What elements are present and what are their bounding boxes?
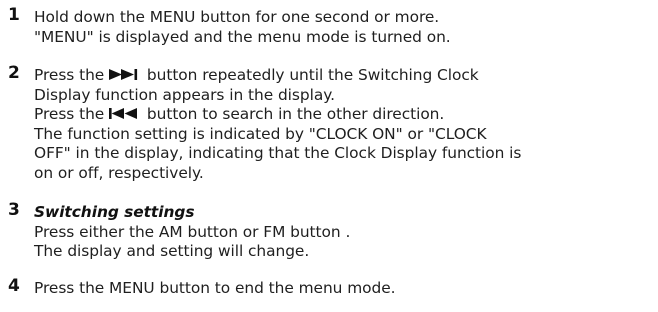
step-text-line: Press either the AM button or FM button … <box>34 222 351 241</box>
instruction-page: 1 Hold down the MENU button for one seco… <box>0 0 658 312</box>
step-text-line: Hold down the MENU button for one second… <box>34 8 440 26</box>
step-body: Press the button repeatedly until the Sw… <box>34 66 654 184</box>
text-fragment: Press the <box>34 66 110 84</box>
next-track-icon <box>109 68 142 81</box>
text-fragment: button repeatedly until the Switching Cl… <box>142 66 479 84</box>
step-number: 1 <box>8 5 20 25</box>
step-body: Switching settings Press either the AM b… <box>34 203 654 262</box>
step-text-line: The display and setting will change. <box>34 242 310 261</box>
step-text-line: OFF" in the display, indicating that the… <box>34 144 522 163</box>
step-text-line: Press the button repeatedly until the Sw… <box>34 66 654 86</box>
step-text-line: The function setting is indicated by "CL… <box>34 124 487 143</box>
text-fragment: button to search in the other direction. <box>142 105 445 124</box>
text-fragment: Press the <box>34 105 110 124</box>
step-heading: Switching settings <box>34 203 195 221</box>
step-body: Press the MENU button to end the menu mo… <box>34 279 654 299</box>
step-text-line: Press the button to search in the other … <box>34 105 654 125</box>
step-number: 4 <box>8 276 20 296</box>
step-text-line: Press the MENU button to end the menu mo… <box>34 279 396 297</box>
step-number: 2 <box>8 63 20 83</box>
step-text-line: on or off, respectively. <box>34 163 204 182</box>
step-text-line: Display function appears in the display. <box>34 85 335 104</box>
step-text-line: "MENU" is displayed and the menu mode is… <box>34 27 451 46</box>
step-number: 3 <box>8 200 20 220</box>
step-body: Hold down the MENU button for one second… <box>34 8 654 47</box>
previous-track-icon <box>109 107 142 120</box>
